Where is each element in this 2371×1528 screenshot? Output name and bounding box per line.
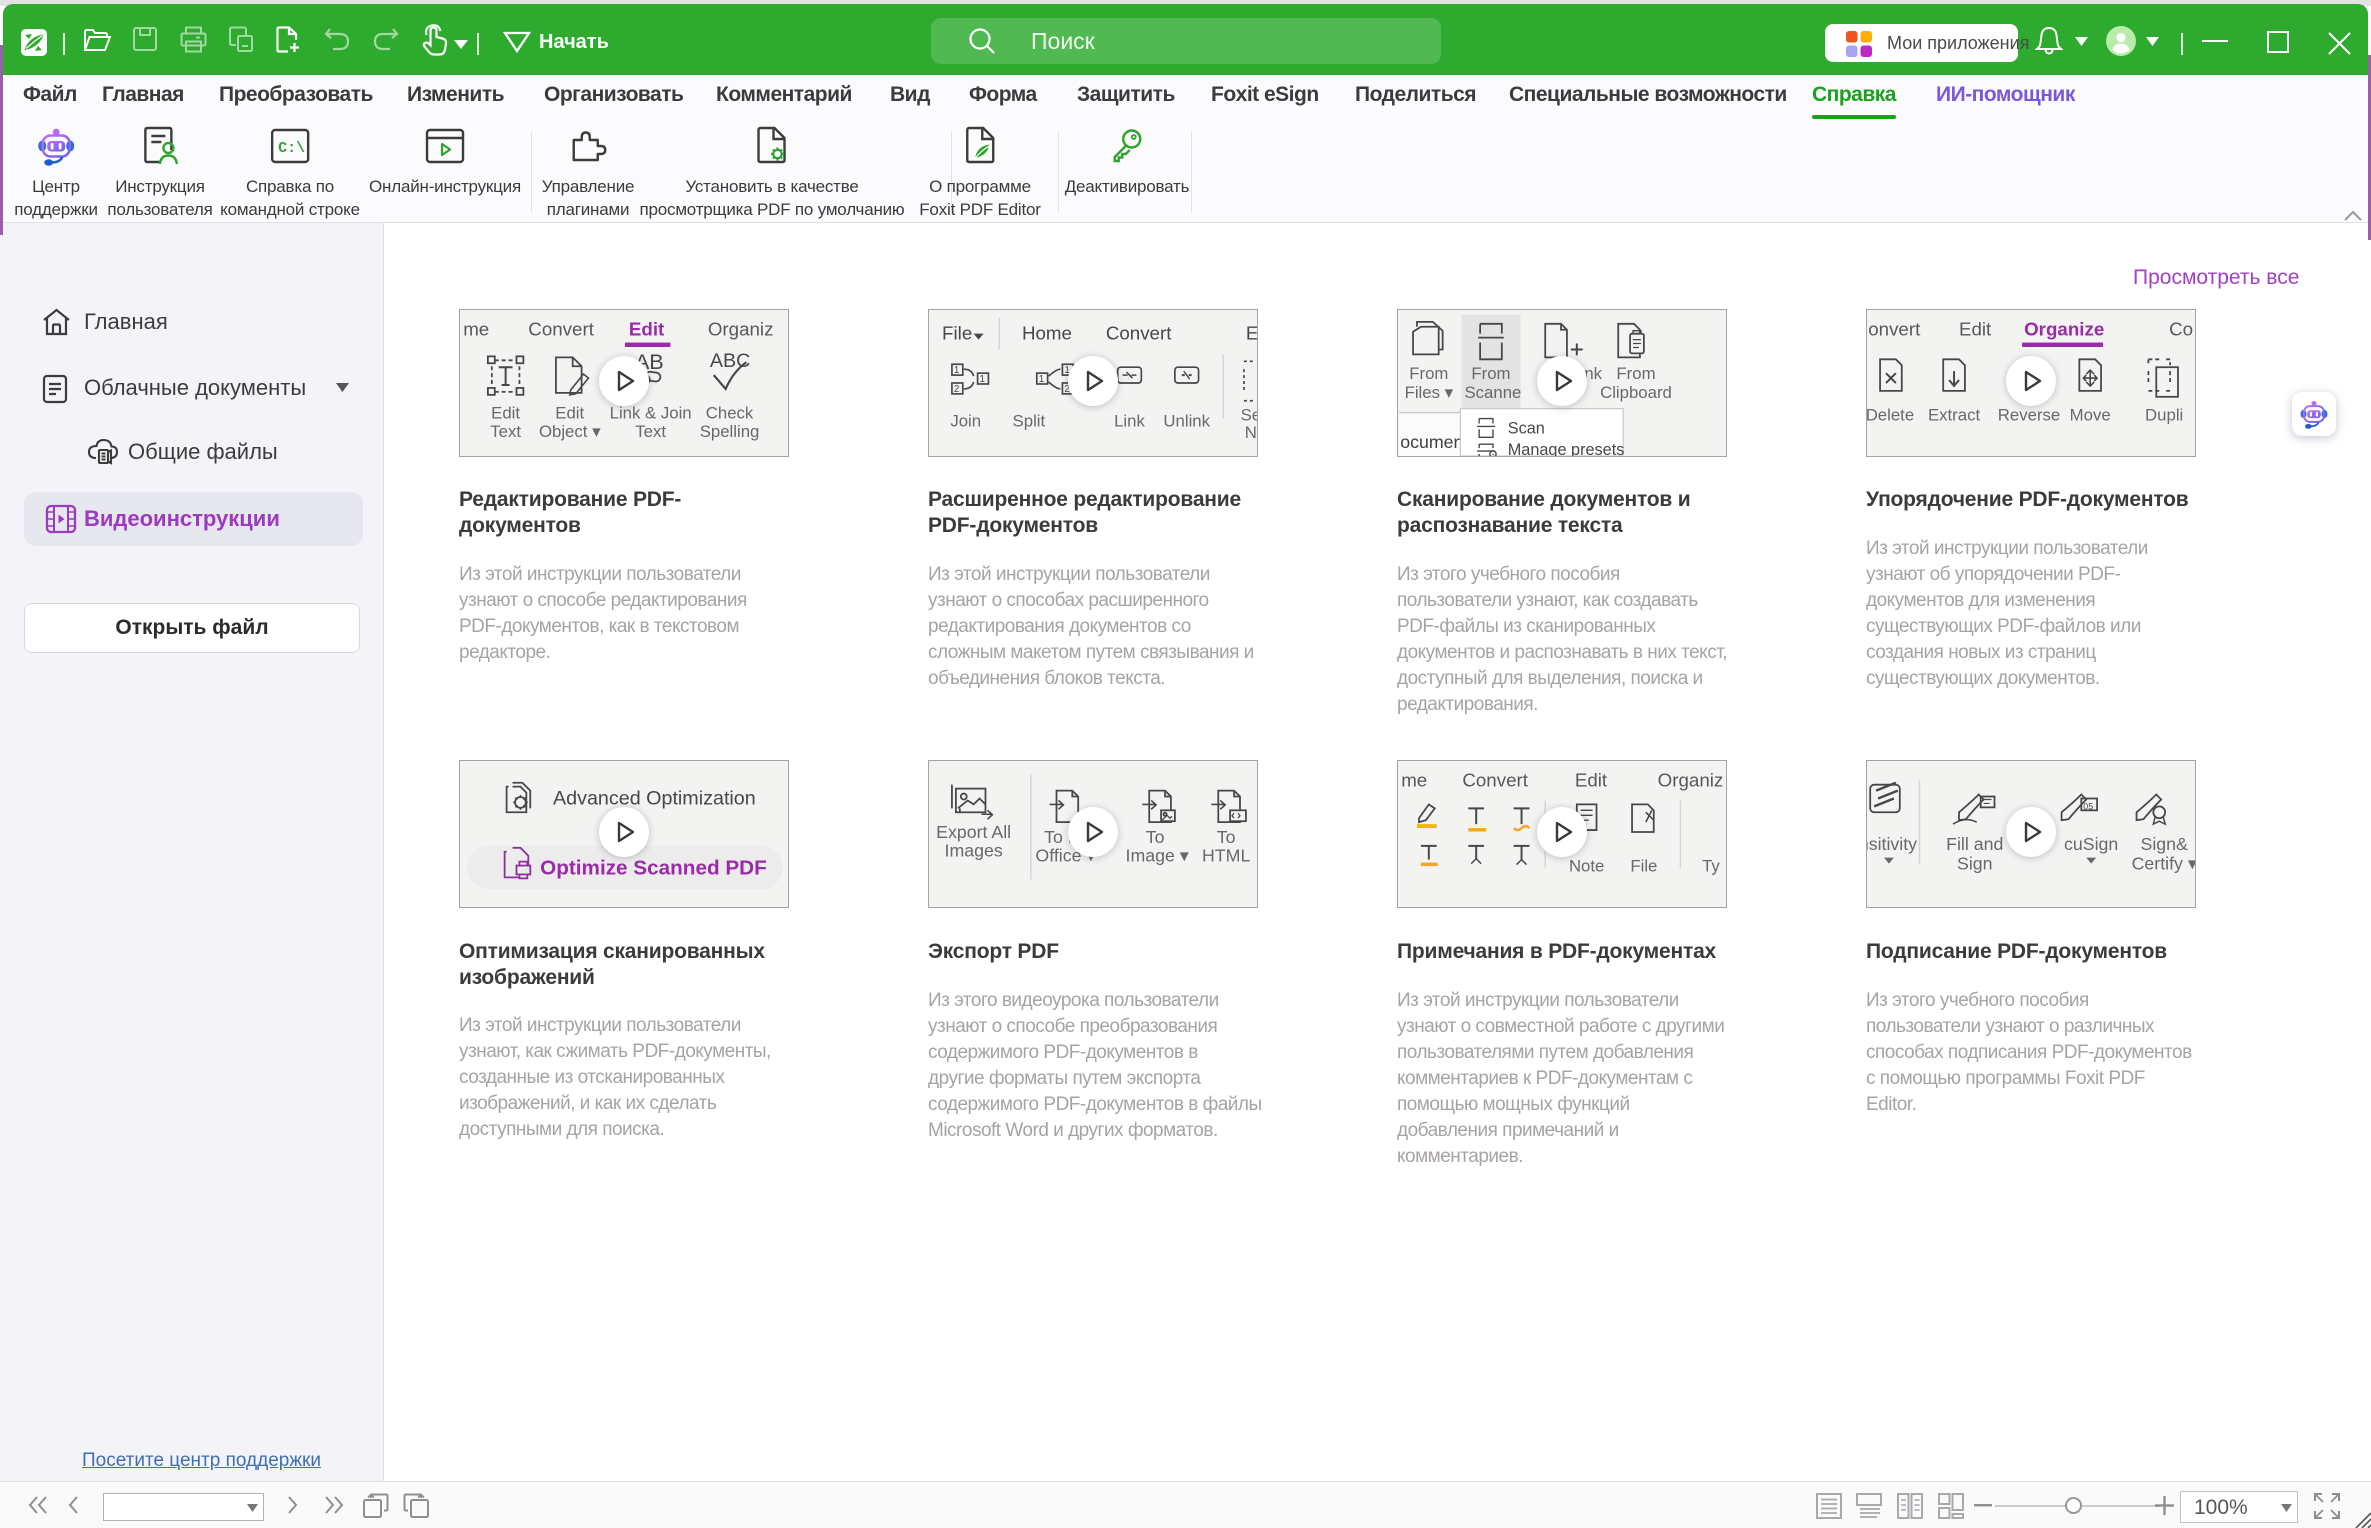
svg-text:Spelling: Spelling <box>700 422 760 441</box>
svg-text:1: 1 <box>1039 374 1044 385</box>
svg-text:1: 1 <box>980 374 985 385</box>
svg-text:From: From <box>1409 364 1448 383</box>
svg-text:Organiz: Organiz <box>1658 770 1724 791</box>
svg-text:Se: Se <box>1241 405 1258 424</box>
svg-text:Co: Co <box>2169 319 2193 340</box>
svg-text:Home: Home <box>1022 323 1072 344</box>
svg-text:Link: Link <box>1114 411 1145 430</box>
svg-text:To: To <box>1146 827 1165 847</box>
svg-text:Manage presets: Manage presets <box>1508 441 1625 457</box>
svg-text:Export All: Export All <box>936 822 1011 842</box>
svg-text:Edit: Edit <box>555 404 584 423</box>
svg-text:nsitivity: nsitivity <box>1866 834 1917 854</box>
svg-text:Certify ▾: Certify ▾ <box>2132 854 2196 874</box>
svg-text:From: From <box>1616 364 1655 383</box>
svg-text:onvert: onvert <box>1868 319 1921 340</box>
svg-text:Sign&: Sign& <box>2140 834 2188 854</box>
svg-text:Scan: Scan <box>1508 419 1545 437</box>
svg-text:me: me <box>1401 770 1427 791</box>
svg-text:Advanced Optimization: Advanced Optimization <box>553 787 756 809</box>
svg-text:Edit: Edit <box>629 319 665 340</box>
svg-text:Convert: Convert <box>1462 770 1528 791</box>
svg-text:From: From <box>1471 364 1510 383</box>
svg-text:Delete: Delete <box>1866 405 1914 424</box>
svg-text:Optimize Scanned PDF: Optimize Scanned PDF <box>540 856 767 879</box>
svg-text:Sign: Sign <box>1957 854 1993 874</box>
svg-text:Note: Note <box>1569 856 1604 875</box>
svg-text:Organize: Organize <box>2024 319 2104 340</box>
svg-text:2: 2 <box>954 384 959 395</box>
svg-text:cuSign: cuSign <box>2064 834 2118 854</box>
svg-text:To: To <box>1217 827 1236 847</box>
svg-text:Clipboard: Clipboard <box>1600 383 1672 402</box>
svg-text:Image ▾: Image ▾ <box>1126 846 1189 866</box>
svg-text:Files ▾: Files ▾ <box>1405 383 1454 402</box>
svg-text:Unlink: Unlink <box>1163 411 1210 430</box>
svg-text:Text: Text <box>635 422 666 441</box>
svg-text:HTML: HTML <box>1202 846 1250 866</box>
svg-text:Split: Split <box>1013 411 1046 430</box>
svg-text:Convert: Convert <box>528 319 594 340</box>
svg-text:Edit: Edit <box>491 404 520 423</box>
svg-text:ABC: ABC <box>710 350 751 372</box>
svg-text:me: me <box>463 319 489 340</box>
svg-text:Reverse: Reverse <box>1998 405 2060 424</box>
svg-text:Text: Text <box>490 422 521 441</box>
svg-text:Extract: Extract <box>1928 405 1981 424</box>
svg-text:Check: Check <box>706 404 754 423</box>
svg-text:Join: Join <box>950 411 981 430</box>
svg-text:E: E <box>1246 323 1258 344</box>
svg-text:Move: Move <box>2070 405 2111 424</box>
svg-text:Organiz: Organiz <box>708 319 774 340</box>
svg-text:1: 1 <box>954 365 959 376</box>
svg-text:Dupli: Dupli <box>2145 405 2183 424</box>
svg-text:05: 05 <box>2083 801 2093 811</box>
svg-text:C:\: C:\ <box>278 140 305 157</box>
svg-text:Ty: Ty <box>1702 856 1720 875</box>
svg-text:File: File <box>942 323 972 344</box>
svg-text:Images: Images <box>945 841 1003 861</box>
svg-text:Scanne: Scanne <box>1465 383 1522 402</box>
svg-text:File: File <box>1630 856 1657 875</box>
svg-text:N: N <box>1245 423 1257 442</box>
svg-text:Object ▾: Object ▾ <box>539 422 601 441</box>
svg-text:Convert: Convert <box>1106 323 1172 344</box>
svg-text:Link & Join: Link & Join <box>610 404 692 423</box>
svg-text:Fill and: Fill and <box>1946 834 2003 854</box>
svg-text:Edit: Edit <box>1575 770 1608 791</box>
svg-text:Edit: Edit <box>1959 319 1992 340</box>
